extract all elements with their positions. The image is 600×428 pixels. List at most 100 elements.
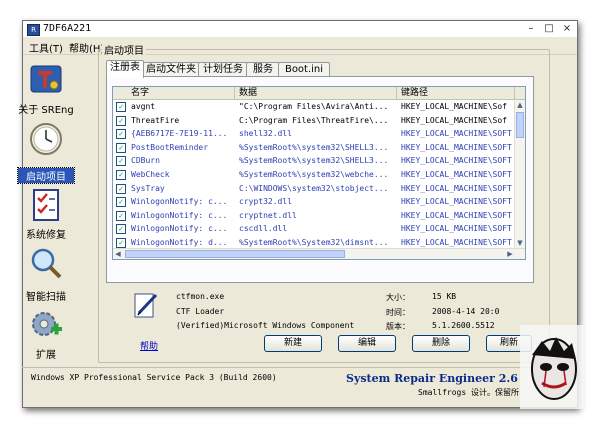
row-path: HKEY_LOCAL_MACHINE\Sof bbox=[401, 102, 507, 111]
delete-button[interactable]: 删除 bbox=[412, 335, 470, 352]
window-title: 7DF6A221 bbox=[43, 23, 92, 34]
minimize-icon[interactable]: – bbox=[524, 22, 538, 35]
detail-time-label: 时间： bbox=[386, 308, 410, 317]
sidebar: 关于 SREng 启动项目 系统修复 智能扫描 扩展 bbox=[6, 42, 86, 361]
table-row[interactable]: ✓ ThreatFire C:\Program Files\ThreatFire\.… bbox=[113, 114, 515, 128]
row-data: %SystemRoot%\system32\SHELL3... bbox=[239, 156, 389, 166]
tab-services[interactable]: 服务 bbox=[246, 62, 280, 77]
edit-button[interactable]: 编辑 bbox=[338, 335, 396, 352]
new-button[interactable]: 新建 bbox=[264, 335, 322, 352]
checklist-icon bbox=[33, 189, 59, 221]
sidebar-item-startup[interactable]: 启动项目 bbox=[6, 122, 86, 184]
details-panel: ctfmon.exe CTF Loader (Verified)Microsof… bbox=[132, 287, 532, 337]
row-name: SysTray bbox=[131, 183, 165, 193]
horizontal-scroll-thumb[interactable] bbox=[125, 250, 345, 258]
row-name: WebCheck bbox=[131, 169, 170, 179]
tab-scheduled-tasks[interactable]: 计划任务 bbox=[198, 62, 248, 77]
sidebar-item-extend[interactable]: 扩展 bbox=[6, 302, 86, 362]
row-name: avgnt bbox=[131, 102, 156, 111]
status-os: Windows XP Professional Service Pack 3 (… bbox=[31, 373, 277, 382]
tab-registry[interactable]: 注册表 bbox=[106, 60, 144, 78]
sidebar-item-scan[interactable]: 智能扫描 bbox=[6, 242, 86, 303]
sidebar-item-label: 智能扫描 bbox=[26, 292, 66, 303]
column-header-data[interactable]: 数据 bbox=[235, 87, 397, 99]
table-row[interactable]: ✓ avgnt "C:\Program Files\Avira\Anti... HKE… bbox=[113, 100, 515, 114]
table-row[interactable]: ✓ WinlogonNotify: c... cryptnet.dll HKEY_LO… bbox=[113, 209, 515, 223]
vertical-scroll-thumb[interactable] bbox=[516, 112, 524, 138]
row-name: WinlogonNotify: c... bbox=[131, 197, 228, 207]
sreng-logo-icon bbox=[30, 65, 62, 93]
row-name: {AEB6717E-7E19-11... bbox=[131, 129, 228, 139]
table-row[interactable]: ✓ WinlogonNotify: c... crypt32.dll HKEY_LOC… bbox=[113, 195, 515, 209]
maximize-icon[interactable]: □ bbox=[542, 22, 556, 35]
table-row[interactable]: ✓ WebCheck %SystemRoot%\system32\webche...… bbox=[113, 168, 515, 182]
row-path: HKEY_LOCAL_MACHINE\SOFT bbox=[401, 183, 512, 193]
list-header: 名字 数据 键路径 bbox=[113, 87, 525, 100]
file-edit-icon bbox=[134, 293, 158, 318]
row-path: HKEY_LOCAL_MACHINE\SOFT bbox=[401, 224, 512, 234]
row-checkbox[interactable]: ✓ bbox=[116, 169, 126, 180]
row-path: HKEY_LOCAL_MACHINE\SOFT bbox=[401, 169, 512, 179]
detail-size-value: 15 KB bbox=[432, 292, 457, 301]
table-row[interactable]: ✓ PostBootReminder %SystemRoot%\system32\S… bbox=[113, 141, 515, 155]
gear-plus-icon bbox=[32, 312, 62, 336]
row-name: ThreatFire bbox=[131, 115, 180, 125]
tab-boot-ini[interactable]: Boot.ini bbox=[278, 62, 330, 77]
table-row[interactable]: ✓ WinlogonNotify: c... cscdll.dll HKEY_LOCA… bbox=[113, 222, 515, 236]
row-checkbox[interactable]: ✓ bbox=[116, 224, 126, 235]
row-checkbox[interactable]: ✓ bbox=[116, 142, 126, 153]
row-path: HKEY_LOCAL_MACHINE\SOFT bbox=[401, 197, 512, 207]
sidebar-item-repair[interactable]: 系统修复 bbox=[6, 182, 86, 242]
row-data: %SystemRoot%\system32\SHELL3... bbox=[239, 142, 389, 152]
app-icon: R bbox=[27, 24, 40, 36]
column-header-name[interactable]: 名字 bbox=[113, 87, 235, 99]
scroll-down-icon[interactable]: ▼ bbox=[515, 238, 525, 248]
row-data: %SystemRoot%\system32\webche... bbox=[239, 169, 389, 179]
row-path: HKEY_LOCAL_MACHINE\SOFT bbox=[401, 142, 512, 152]
table-row[interactable]: ✓ {AEB6717E-7E19-11... shell32.dll HKEY_LOC… bbox=[113, 127, 515, 141]
watermark-mask-image bbox=[520, 325, 584, 409]
detail-version-label: 版本： bbox=[386, 322, 410, 331]
table-row[interactable]: ✓ CDBurn %SystemRoot%\system32\SHELL3... HK… bbox=[113, 154, 515, 168]
status-product: System Repair Engineer 2.6 bbox=[346, 372, 518, 385]
sidebar-item-about[interactable]: 关于 SREng bbox=[6, 62, 86, 122]
row-path: HKEY_LOCAL_MACHINE\SOFT bbox=[401, 129, 512, 139]
row-checkbox[interactable]: ✓ bbox=[116, 115, 126, 126]
detail-time-value: 2008-4-14 20:0 bbox=[432, 307, 500, 316]
list-rows: ✓ avgnt "C:\Program Files\Avira\Anti... HKE… bbox=[113, 100, 515, 250]
vertical-scrollbar[interactable]: ▲ ▼ bbox=[514, 100, 525, 248]
scroll-right-icon[interactable]: ▶ bbox=[505, 249, 515, 259]
row-path: HKEY_LOCAL_MACHINE\Sof bbox=[401, 115, 507, 125]
scroll-up-icon[interactable]: ▲ bbox=[515, 100, 525, 110]
row-checkbox[interactable]: ✓ bbox=[116, 156, 126, 167]
row-name: CDBurn bbox=[131, 156, 160, 166]
table-row[interactable]: ✓ SysTray C:\WINDOWS\system32\stobject... H… bbox=[113, 182, 515, 196]
row-checkbox[interactable]: ✓ bbox=[116, 183, 126, 194]
row-checkbox[interactable]: ✓ bbox=[116, 237, 126, 248]
detail-company: (Verified)Microsoft Windows Component bbox=[176, 321, 355, 330]
row-name: WinlogonNotify: c... bbox=[131, 224, 228, 234]
magnifier-icon bbox=[31, 248, 62, 279]
row-checkbox[interactable]: ✓ bbox=[116, 210, 126, 221]
row-checkbox[interactable]: ✓ bbox=[116, 129, 126, 140]
status-bar: Windows XP Professional Service Pack 3 (… bbox=[22, 367, 578, 409]
column-header-path[interactable]: 键路径 bbox=[397, 87, 515, 99]
sidebar-item-label: 系统修复 bbox=[26, 230, 66, 241]
sidebar-item-label: 关于 SREng bbox=[18, 105, 74, 116]
row-checkbox[interactable]: ✓ bbox=[116, 102, 126, 112]
tab-startup-folder[interactable]: 启动文件夹 bbox=[142, 62, 200, 77]
startup-list[interactable]: 名字 数据 键路径 ✓ avgnt "C:\Program Files\Avira\… bbox=[112, 86, 526, 260]
title-bar[interactable]: R 7DF6A221 – □ × bbox=[23, 21, 577, 37]
row-path: HKEY_LOCAL_MACHINE\SOFT bbox=[401, 210, 512, 220]
detail-description: CTF Loader bbox=[176, 307, 225, 316]
close-icon[interactable]: × bbox=[560, 22, 574, 35]
group-title: 启动项目 bbox=[102, 42, 146, 57]
row-data: C:\Program Files\ThreatFire\... bbox=[239, 115, 389, 125]
row-name: PostBootReminder bbox=[131, 142, 209, 152]
scroll-left-icon[interactable]: ◀ bbox=[113, 249, 123, 259]
help-link[interactable]: 帮助 bbox=[140, 339, 158, 352]
horizontal-scrollbar[interactable]: ◀ ▶ bbox=[113, 248, 525, 259]
row-checkbox[interactable]: ✓ bbox=[116, 197, 126, 208]
detail-file: ctfmon.exe bbox=[176, 292, 225, 301]
row-data: "C:\Program Files\Avira\Anti... bbox=[239, 102, 389, 111]
